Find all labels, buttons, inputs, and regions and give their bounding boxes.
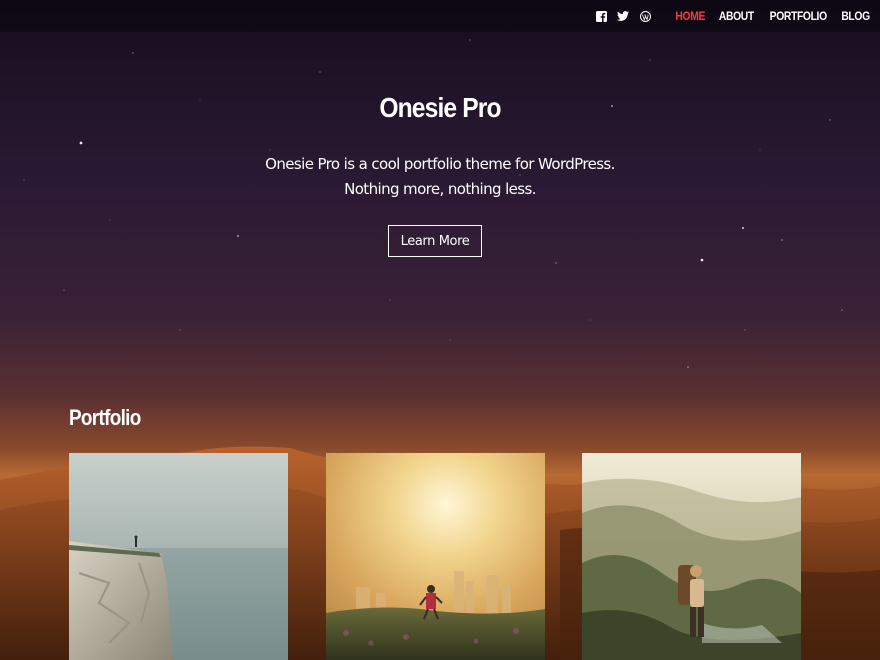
portfolio-heading: Portfolio: [69, 405, 141, 430]
site-tagline: Onesie Pro is a cool portfolio theme for…: [0, 152, 880, 202]
portfolio-image-cliff: [69, 453, 288, 660]
social-links: [595, 10, 661, 22]
nav-about[interactable]: ABOUT: [719, 9, 754, 23]
facebook-icon[interactable]: [595, 10, 607, 22]
portfolio-image-runner: [326, 453, 545, 660]
tagline-line-2: Nothing more, nothing less.: [344, 180, 536, 198]
wordpress-icon[interactable]: [639, 10, 651, 22]
top-navigation-bar: HOME ABOUT PORTFOLIO BLOG: [0, 0, 880, 32]
portfolio-item-cliff[interactable]: [69, 453, 288, 660]
primary-navigation: HOME ABOUT PORTFOLIO BLOG: [595, 8, 872, 24]
site-title: Onesie Pro: [379, 92, 501, 123]
portfolio-item-runner[interactable]: [326, 453, 545, 660]
learn-more-button[interactable]: Learn More: [388, 225, 482, 257]
portfolio-item-hiker[interactable]: [582, 453, 801, 660]
tagline-line-1: Onesie Pro is a cool portfolio theme for…: [265, 155, 615, 173]
nav-blog[interactable]: BLOG: [841, 9, 870, 23]
portfolio-image-hiker: [582, 453, 801, 660]
starfield: [23, 39, 843, 368]
nav-home[interactable]: HOME: [676, 9, 706, 23]
twitter-icon[interactable]: [617, 10, 630, 22]
nav-portfolio[interactable]: PORTFOLIO: [769, 9, 826, 23]
